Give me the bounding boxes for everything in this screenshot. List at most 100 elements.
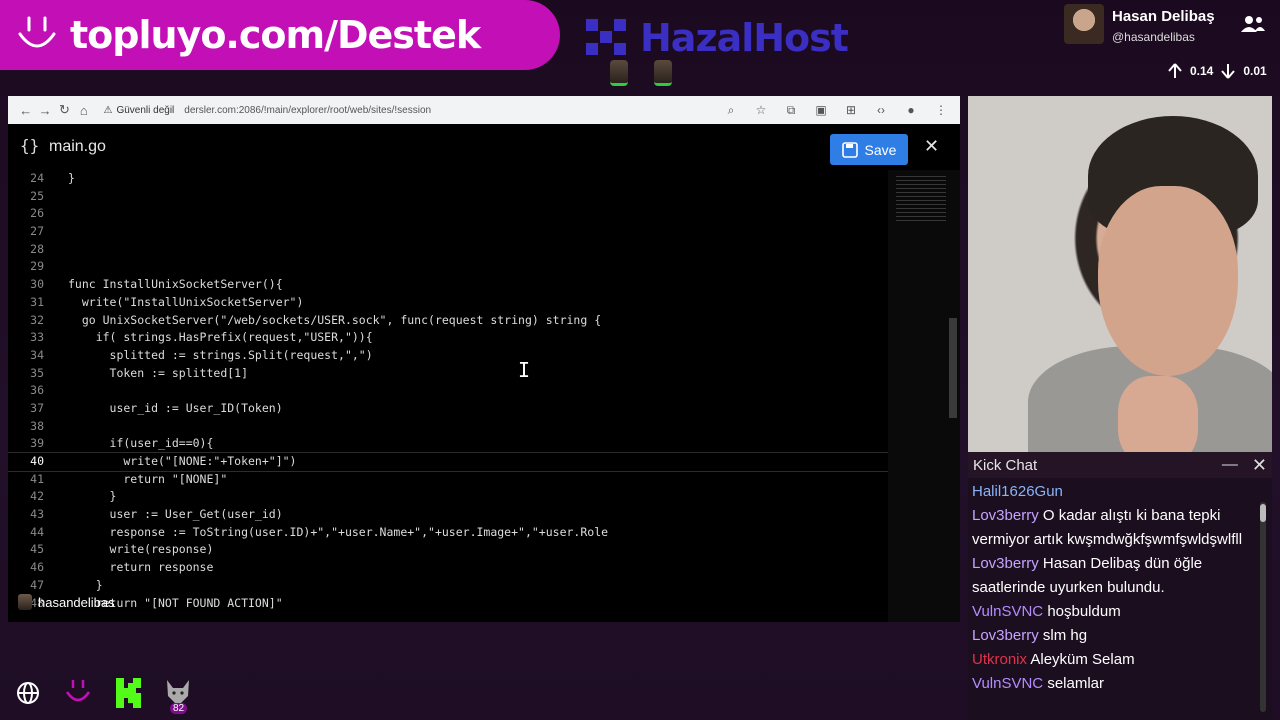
chat-scrollbar[interactable] (1260, 502, 1266, 712)
apps-icon[interactable]: ⊞ (840, 99, 862, 121)
users-icon (1241, 16, 1265, 32)
code-line[interactable]: 28 (8, 241, 888, 259)
code-line[interactable]: 27 (8, 223, 888, 241)
security-label: Güvenli değil (116, 104, 175, 116)
avatar (610, 60, 628, 86)
chat-scroll-thumb[interactable] (1260, 504, 1266, 522)
sidebar-icon[interactable]: ▣ (810, 99, 832, 121)
zoom-icon[interactable]: ⌕ (720, 99, 742, 121)
code-text: go UnixSocketServer("/web/sockets/USER.s… (68, 312, 602, 327)
line-number: 34 (30, 347, 44, 362)
code-line[interactable]: 31 write("InstallUnixSocketServer") (8, 294, 888, 312)
kick-logo-icon[interactable] (114, 676, 142, 710)
code-line[interactable]: 24} (8, 170, 888, 188)
minimap-lines (896, 176, 946, 224)
brand-banner: topluyo.com/Destek (0, 0, 560, 70)
line-number: 25 (30, 188, 44, 203)
code-line[interactable]: 40 write("[NONE:"+Token+"]") (8, 452, 888, 472)
chat-username[interactable]: Lov3berry (972, 507, 1039, 524)
code-text: user_id := User_ID(Token) (68, 400, 283, 415)
code-line[interactable]: 26 (8, 205, 888, 223)
forward-button[interactable]: → (35, 99, 54, 121)
chat-text: Aleyküm Selam (1030, 651, 1135, 668)
brand-text: topluyo.com/Destek (70, 13, 481, 57)
chat-panel: Kick Chat — ✕ Halil1626Gun Lov3berry O k… (968, 452, 1272, 720)
smile-logo-icon[interactable] (64, 676, 92, 710)
badge-count: 82 (170, 703, 188, 714)
chat-text: slm hg (1042, 627, 1088, 644)
code-line[interactable]: 35 Token := splitted[1] (8, 365, 888, 383)
address-bar[interactable]: ⚠ Güvenli değil dersler.com:2086/!main/e… (104, 99, 721, 121)
globe-icon[interactable] (14, 676, 42, 710)
editor-scrollbar[interactable] (949, 318, 957, 418)
save-button[interactable]: Save (830, 134, 908, 165)
chat-title: Kick Chat (973, 456, 1038, 474)
line-number: 29 (30, 259, 44, 274)
code-text: return "[NONE]" (68, 471, 228, 486)
browser-toolbar: ← → ↻ ⌂ ⚠ Güvenli değil dersler.com:2086… (8, 96, 960, 124)
floppy-icon (841, 141, 858, 158)
avatar (1064, 4, 1104, 44)
code-line[interactable]: 34 splitted := strings.Split(request,","… (8, 347, 888, 365)
code-line[interactable]: 46 return response (8, 559, 888, 577)
code-line[interactable]: 30 func InstallUnixSocketServer(){ (8, 276, 888, 294)
minimize-icon[interactable]: — (1222, 456, 1238, 474)
devtools-icon[interactable]: ‹› (870, 99, 892, 121)
chat-username[interactable]: VulnSVNC (972, 603, 1043, 620)
security-indicator[interactable]: ⚠ Güvenli değil (104, 105, 175, 116)
browser-actions: ⌕ ☆ ⧉ ▣ ⊞ ‹› ● ⋮ (720, 99, 952, 121)
webcam-hand (1118, 376, 1198, 452)
line-number: 39 (30, 436, 44, 451)
reload-button[interactable]: ↻ (55, 99, 74, 121)
code-text: } (68, 171, 75, 185)
stat-up: 0.14 (1190, 64, 1214, 78)
code-line[interactable]: 44 response := ToString(user.ID)+","+use… (8, 524, 888, 542)
user-tag-name: hasandelibas (38, 594, 115, 610)
code-line[interactable]: 32 go UnixSocketServer("/web/sockets/USE… (8, 312, 888, 330)
chat-username[interactable]: Lov3berry (972, 627, 1039, 644)
code-line[interactable]: 25 (8, 188, 888, 206)
code-line[interactable]: 45 write(response) (8, 541, 888, 559)
star-icon[interactable]: ☆ (750, 99, 772, 121)
close-icon[interactable]: ✕ (1252, 455, 1267, 476)
code-line[interactable]: 47 } (8, 577, 888, 595)
profile-icon[interactable]: ● (900, 99, 922, 121)
bottom-icons (14, 676, 192, 710)
chat-text: hoşbuldum (1047, 603, 1121, 620)
line-number: 32 (30, 312, 44, 327)
chat-username[interactable]: Lov3berry (972, 555, 1039, 572)
code-line[interactable]: 41 return "[NONE]" (8, 471, 888, 489)
streamer-handle: @hasandelibas (1112, 30, 1195, 44)
line-number: 40 (30, 454, 44, 468)
code-line[interactable]: 42 } (8, 488, 888, 506)
code-line[interactable]: 33 if( strings.HasPrefix(request,"USER,"… (8, 329, 888, 347)
code-text: write("InstallUnixSocketServer") (68, 294, 304, 309)
extensions-icon[interactable]: ⧉ (780, 99, 802, 121)
braces-icon: {} (20, 136, 40, 155)
line-number: 28 (30, 241, 44, 256)
code-line[interactable]: 29 (8, 258, 888, 276)
code-line[interactable]: 36 (8, 382, 888, 400)
user-tag: hasandelibas (18, 594, 115, 610)
chat-username[interactable]: Utkronix (972, 651, 1027, 668)
code-line[interactable]: 48 return "[NOT FOUND ACTION]" (8, 595, 888, 613)
avatar (654, 60, 672, 86)
save-label: Save (864, 141, 897, 158)
code-line[interactable]: 37 user_id := User_ID(Token) (8, 400, 888, 418)
chat-username[interactable]: VulnSVNC (972, 675, 1043, 692)
chat-messages[interactable]: Halil1626Gun Lov3berry O kadar alıştı ki… (968, 478, 1258, 698)
code-text: } (68, 577, 103, 592)
code-line[interactable]: 43 user := User_Get(user_id) (8, 506, 888, 524)
line-number: 36 (30, 383, 44, 398)
chat-username[interactable]: Halil1626Gun (972, 483, 1063, 500)
menu-icon[interactable]: ⋮ (930, 99, 952, 121)
code-line[interactable]: 38 (8, 418, 888, 436)
code-editor[interactable]: 24} 25 26 27 28 29 30 func InstallUnixSocketSer… (8, 170, 888, 622)
close-icon[interactable]: ✕ (924, 136, 939, 157)
home-button[interactable]: ⌂ (74, 99, 93, 121)
back-button[interactable]: ← (16, 99, 35, 121)
code-line[interactable]: 39 if(user_id==0){ (8, 435, 888, 453)
